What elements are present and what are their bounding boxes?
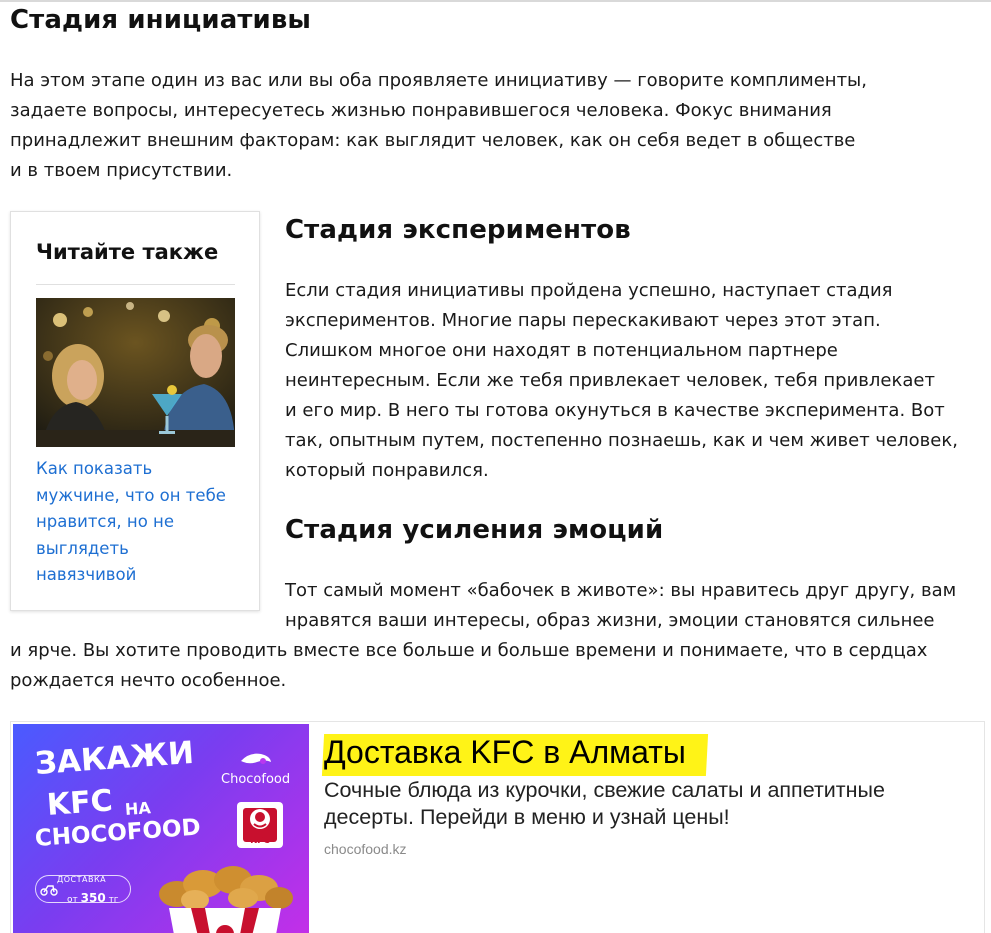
text-line: и в твоем присутствии.	[10, 160, 233, 181]
ad-price: от 350 тг	[67, 891, 119, 905]
ad-banner-image[interactable]: ЗАКАЖИ KFC НА CHOCOFOOD Chocofood KFC ДО…	[13, 724, 309, 933]
text-line: нравятся ваши интересы, образ жизни, эмо…	[285, 610, 935, 631]
read-also-card: Читайте также Как показать мужчине, что …	[10, 211, 260, 611]
text-line: принадлежит внешним факторам: как выгляд…	[10, 130, 856, 151]
section-text-experiments: Если стадия инициативы пройдена успешно,…	[285, 276, 958, 486]
text-line: экспериментов. Многие пары перескакивают…	[285, 310, 881, 331]
ad-banner-line2-small: НА	[124, 798, 152, 819]
kfc-advertisement[interactable]: ЗАКАЖИ KFC НА CHOCOFOOD Chocofood KFC ДО…	[10, 721, 985, 933]
ad-delivery-label: ДОСТАВКА	[57, 875, 107, 884]
text-line: рождается нечто особенное.	[10, 670, 287, 691]
section-text-initiative: На этом этапе один из вас или вы оба про…	[10, 66, 867, 186]
read-also-divider	[36, 284, 235, 285]
section-title-emotions: Стадия усиления эмоций	[285, 515, 664, 545]
ad-description-line: Сочные блюда из курочки, свежие салаты и…	[324, 778, 885, 802]
text-line: На этом этапе один из вас или вы оба про…	[10, 70, 867, 91]
section-text-emotions-cont: и ярче. Вы хотите проводить вместе все б…	[10, 636, 927, 696]
text-line: Слишком многое они находят в потенциальн…	[285, 340, 838, 361]
ad-title-link[interactable]: Доставка KFC в Алматы	[324, 734, 686, 771]
link-line: Как показать	[36, 459, 153, 478]
ad-price-value: 350	[80, 891, 106, 905]
text-line: так, опытным путем, постепенно познаешь,…	[285, 430, 958, 451]
text-line: и его мир. В него ты готова окунуться в …	[285, 400, 945, 421]
ad-description-line: десерты. Перейди в меню и узнай цены!	[324, 805, 730, 829]
fried-chicken-bucket-icon	[159, 866, 293, 933]
text-line: Тот самый момент «бабочек в животе»: вы …	[285, 580, 957, 601]
kfc-logo-text: KFC	[250, 836, 270, 846]
ad-domain-link[interactable]: chocofood.kz	[324, 841, 407, 857]
top-divider	[0, 0, 991, 2]
scooter-icon	[40, 885, 58, 896]
text-line: который понравился.	[285, 460, 489, 481]
text-line: и ярче. Вы хотите проводить вместе все б…	[10, 640, 928, 661]
text-line: Если стадия инициативы пройдена успешно,…	[285, 280, 893, 301]
chocofood-logo-icon	[241, 753, 271, 764]
ad-banner-line2: KFC	[45, 783, 114, 823]
link-line: мужчине, что он тебе	[36, 485, 226, 505]
text-line: неинтересным. Если же тебя привлекает че…	[285, 370, 935, 391]
link-line: нравится, но не	[36, 512, 174, 531]
section-title-initiative: Стадия инициативы	[10, 5, 312, 35]
read-also-article-link[interactable]: Как показать мужчине, что он тебе нравит…	[36, 456, 246, 589]
link-line: навязчивой	[36, 565, 137, 584]
kfc-logo-icon: KFC	[237, 802, 283, 848]
ad-banner-brand: Chocofood	[221, 772, 291, 787]
ad-description: Сочные блюда из курочки, свежие салаты и…	[324, 777, 885, 831]
section-title-experiments: Стадия экспериментов	[285, 215, 631, 245]
text-line: задаете вопросы, интересуетесь жизнью по…	[10, 100, 832, 121]
link-line: выглядеть	[36, 538, 129, 558]
read-also-title: Читайте также	[36, 240, 219, 264]
section-text-emotions: Тот самый момент «бабочек в животе»: вы …	[285, 576, 956, 636]
ad-price-prefix: от	[67, 895, 78, 905]
read-also-thumbnail[interactable]	[36, 298, 235, 447]
ad-price-currency: тг	[108, 895, 119, 905]
